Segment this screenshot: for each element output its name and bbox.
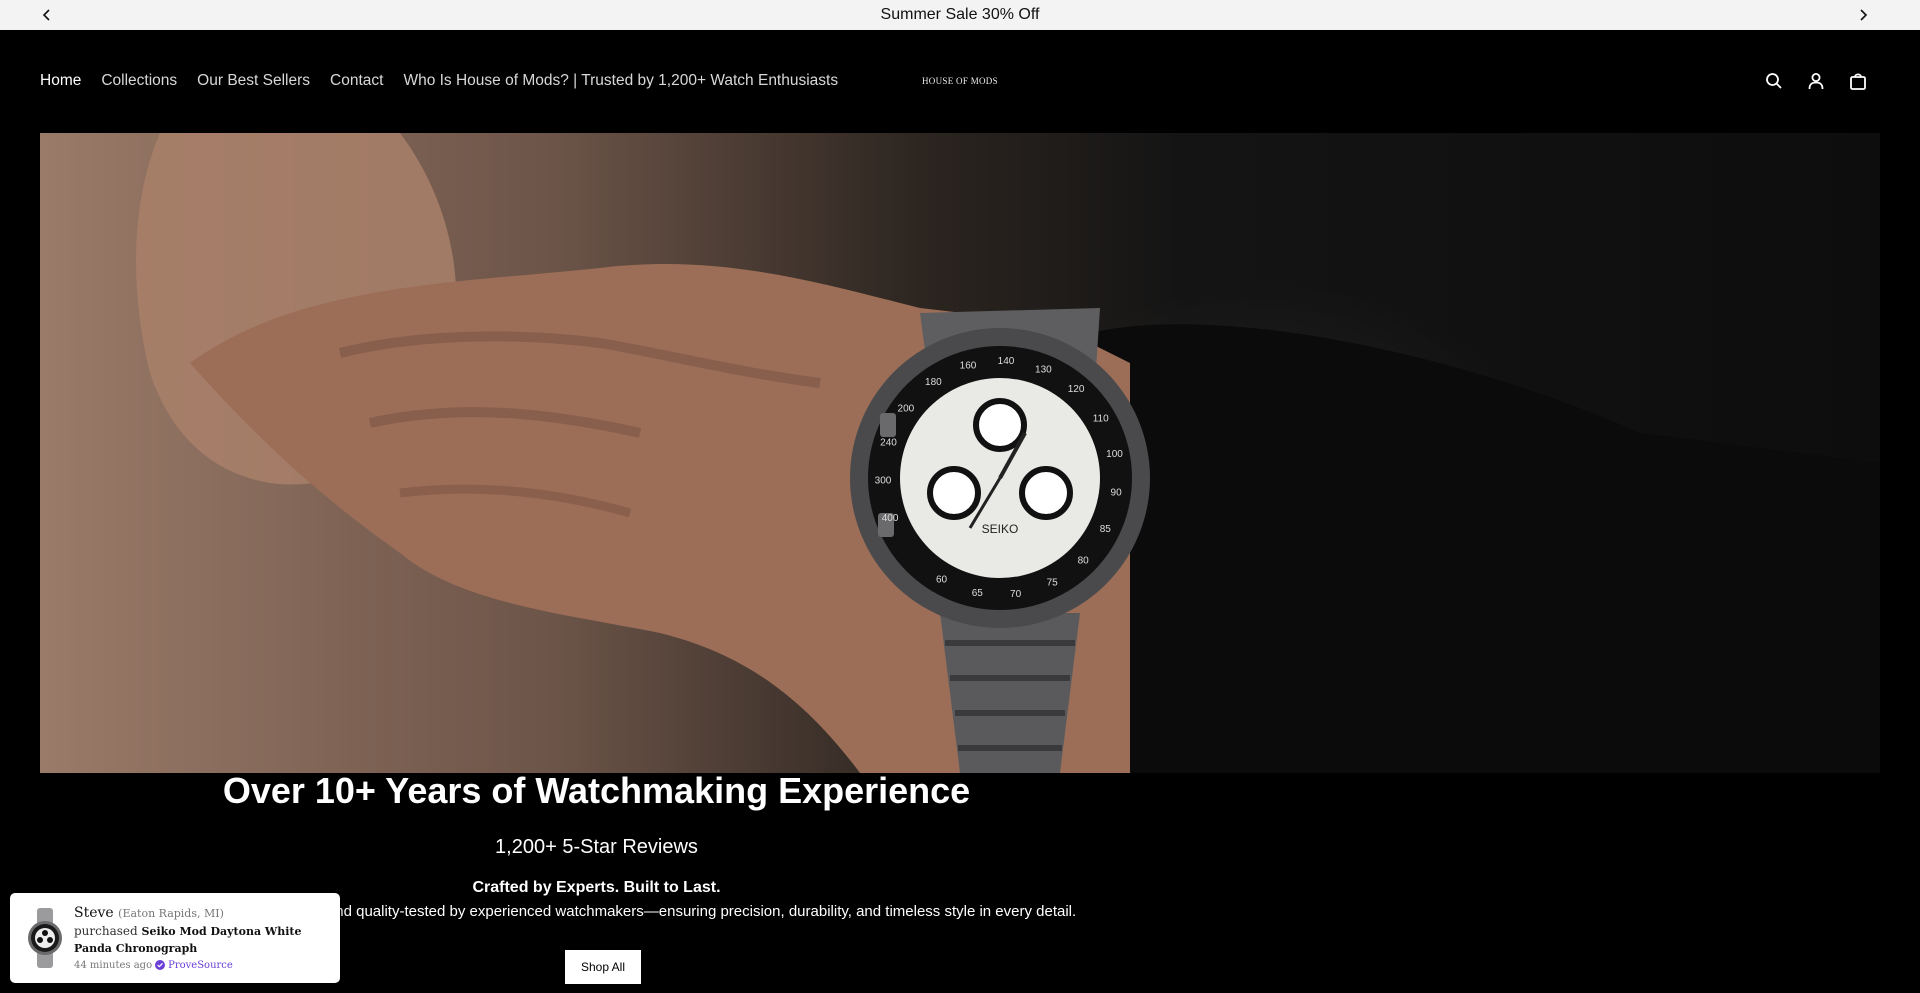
bezel-number: 75: [1047, 578, 1059, 589]
bezel-number: 120: [1068, 384, 1085, 395]
bezel-number: 400: [882, 513, 899, 524]
purchase-action: purchased: [74, 923, 138, 938]
purchase-notification[interactable]: Steve (Eaton Rapids, MI) purchased Seiko…: [10, 893, 340, 983]
announcement-text: Summer Sale 30% Off: [880, 6, 1040, 23]
dial-brand-text: SEIKO: [982, 522, 1019, 536]
cart-icon: [1850, 73, 1866, 90]
hero-image[interactable]: SEIKO 400 300 240 200 180 160 140 130 120 110 100 9…: [40, 133, 1880, 773]
account-button[interactable]: [1806, 71, 1826, 91]
bezel-number: 80: [1078, 555, 1090, 566]
verified-icon: [155, 960, 166, 971]
shop-all-button[interactable]: Shop All: [565, 950, 641, 984]
site-logo[interactable]: HOUSE OF MODS: [922, 30, 998, 132]
chevron-left-icon: [42, 9, 50, 21]
sleeve-shape: [1060, 324, 1880, 773]
bezel-number: 180: [925, 377, 942, 388]
purchase-time: 44 minutes ago: [74, 959, 153, 971]
notification-text: Steve (Eaton Rapids, MI) purchased Seiko…: [74, 904, 340, 972]
bezel-number: 130: [1035, 364, 1052, 375]
announcement-prev-button[interactable]: [32, 0, 62, 30]
bezel-number: 240: [880, 438, 897, 449]
nav-best-sellers[interactable]: Our Best Sellers: [197, 72, 310, 90]
chevron-right-icon: [1860, 9, 1868, 21]
nav-home[interactable]: Home: [40, 72, 81, 90]
nav-contact[interactable]: Contact: [330, 72, 383, 90]
bezel-number: 110: [1093, 414, 1109, 425]
buyer-location: (Eaton Rapids, MI): [118, 906, 224, 920]
nav-collections[interactable]: Collections: [101, 72, 177, 90]
buyer-name: Steve: [74, 904, 114, 921]
search-button[interactable]: [1764, 71, 1784, 91]
product-thumbnail: [24, 906, 66, 970]
reviews-count: 1,200+ 5-Star Reviews: [495, 836, 698, 858]
bezel-number: 60: [936, 574, 948, 585]
bezel-number: 300: [875, 475, 892, 486]
bezel-number: 200: [898, 404, 915, 415]
nav-about[interactable]: Who Is House of Mods? | Trusted by 1,200…: [403, 72, 838, 90]
bezel-number: 160: [960, 361, 977, 372]
header-actions: [1764, 30, 1868, 132]
announcement-next-button[interactable]: [1848, 0, 1878, 30]
site-header: Home Collections Our Best Sellers Contac…: [0, 30, 1920, 132]
announcement-bar: Summer Sale 30% Off: [0, 0, 1920, 30]
bezel-number: 140: [998, 356, 1015, 367]
watch-icon: [28, 908, 62, 968]
main-nav: Home Collections Our Best Sellers Contac…: [40, 30, 838, 132]
hero-headline: Over 10+ Years of Watchmaking Experience: [222, 770, 971, 811]
cart-button[interactable]: [1848, 71, 1868, 91]
hero-watch-illustration: SEIKO 400 300 240 200 180 160 140 130 120 110 100 9…: [136, 133, 1880, 773]
bezel-number: 90: [1111, 487, 1123, 498]
bezel-number: 85: [1100, 524, 1112, 535]
search-icon: [1766, 73, 1782, 89]
account-icon: [1808, 73, 1824, 90]
bezel-number: 65: [972, 588, 984, 599]
bezel-number: 70: [1010, 589, 1022, 600]
bezel-number: 100: [1106, 449, 1123, 460]
provesource-link[interactable]: ProveSource: [168, 959, 233, 973]
